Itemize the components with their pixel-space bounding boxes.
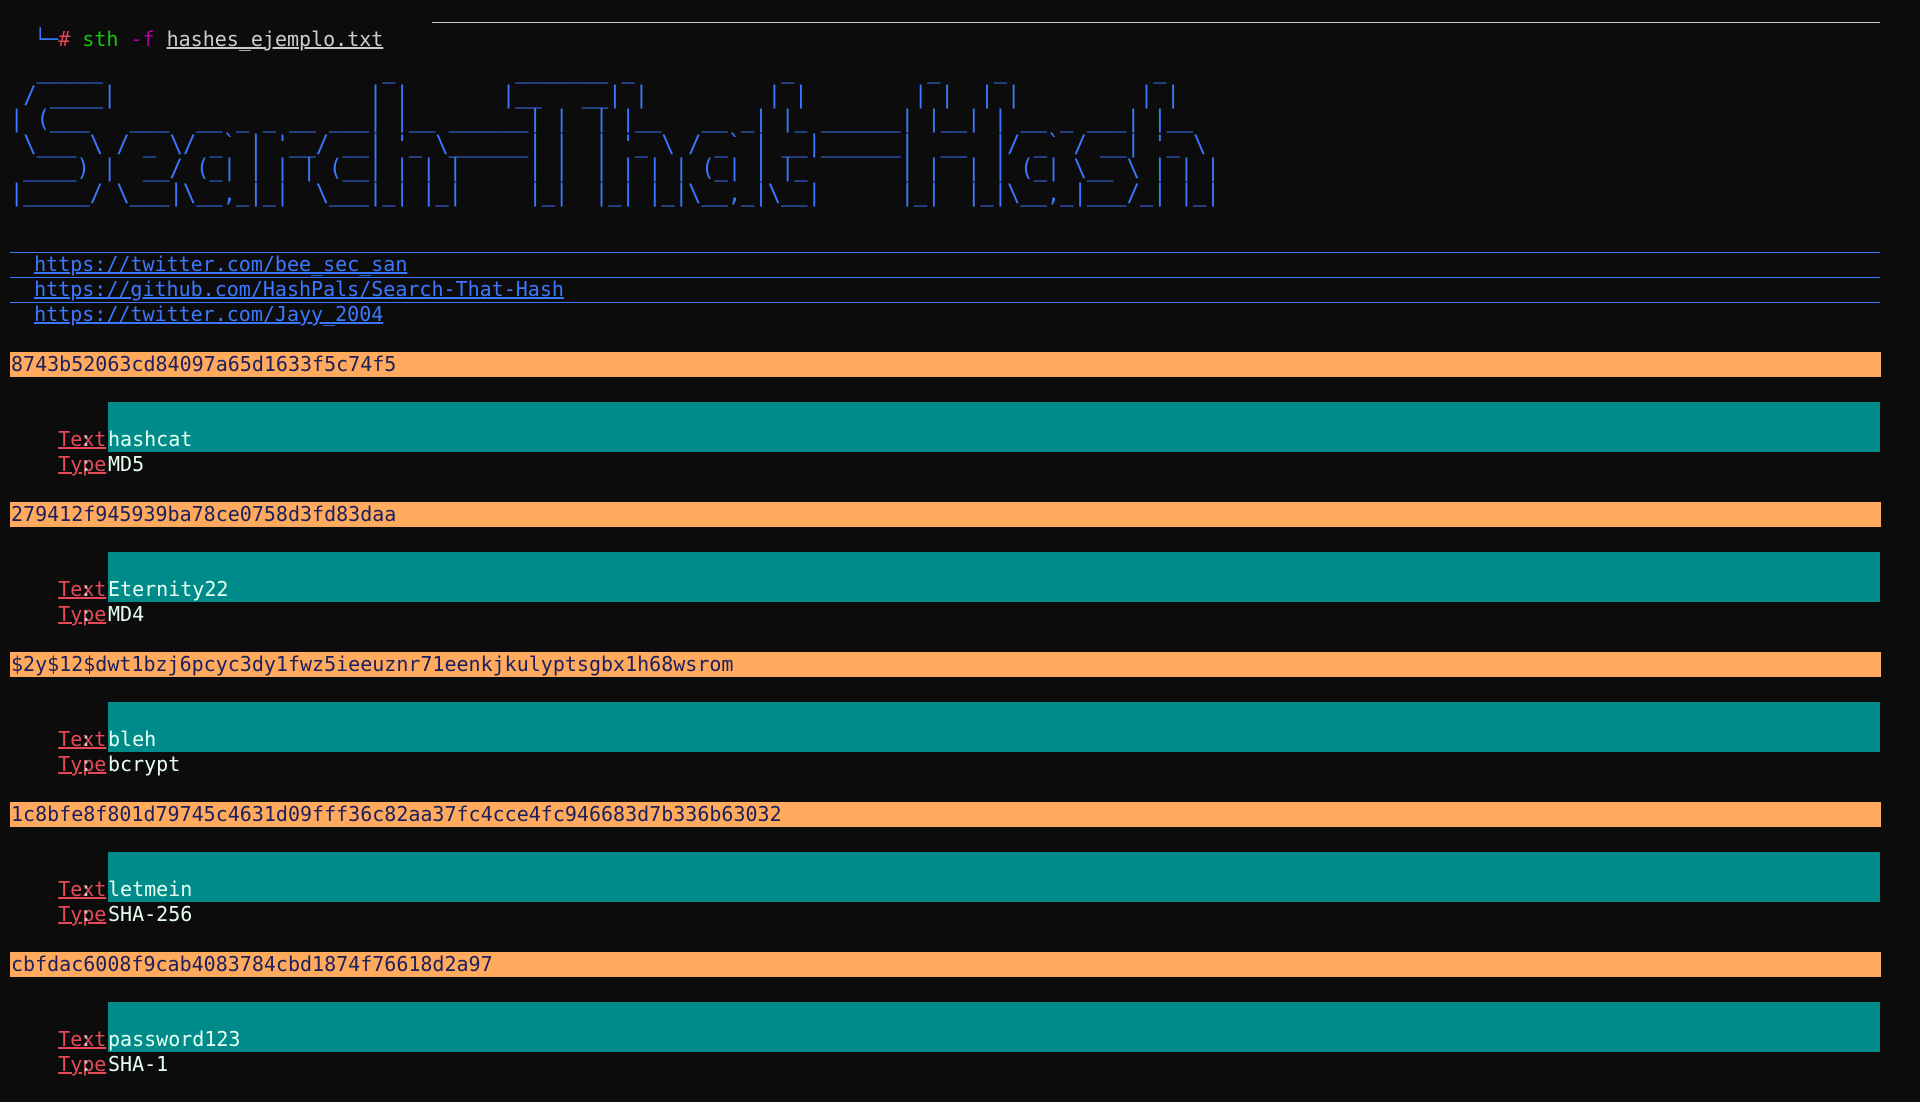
prompt-underline-rule	[432, 22, 1880, 23]
text-row: Text: bleh	[10, 702, 156, 751]
link-github-search-that-hash[interactable]: https://github.com/HashPals/Search-That-…	[10, 253, 1880, 301]
text-row: Text: password123	[10, 1002, 240, 1051]
cracked-text: hashcat	[108, 427, 193, 451]
hash-type: SHA-1	[108, 1052, 169, 1076]
hash-type: bcrypt	[108, 752, 181, 776]
result-block: Text: Eternity22 Type: MD4	[10, 552, 1880, 626]
type-row: Type: bcrypt	[10, 727, 180, 776]
link-twitter-jayy[interactable]: https://twitter.com/Jayy_2004	[10, 278, 1880, 326]
link-text[interactable]: https://twitter.com/Jayy_2004	[34, 302, 383, 326]
cracked-text: password123	[108, 1027, 241, 1051]
hash-header: 279412f945939ba78ce0758d3fd83daa	[10, 502, 1881, 527]
result-highlight	[108, 402, 1880, 452]
prompt-symbol: #	[58, 27, 71, 51]
type-row: Type: MD5	[10, 427, 144, 476]
cracked-text: Eternity22	[108, 577, 229, 601]
hash-type: MD5	[108, 452, 145, 476]
command-name: sth	[82, 27, 119, 51]
separator: :	[80, 452, 93, 476]
result-block: Text: password123 Type: SHA-1	[10, 1002, 1880, 1076]
separator: :	[80, 902, 93, 926]
result-highlight	[108, 552, 1880, 602]
cracked-text: bleh	[108, 727, 157, 751]
hash-type: MD4	[108, 602, 145, 626]
text-row: Text: Eternity22	[10, 552, 228, 601]
ascii-banner: _____ _ _______ _ _ _ _ _ / ____| | | |_…	[10, 56, 1220, 207]
result-highlight	[108, 702, 1880, 752]
input-file-name: hashes_ejemplo.txt	[166, 27, 384, 51]
result-highlight	[108, 852, 1880, 902]
type-row: Type: MD4	[10, 577, 144, 626]
hash-header: cbfdac6008f9cab4083784cbd1874f76618d2a97	[10, 952, 1881, 977]
separator: :	[80, 1052, 93, 1076]
text-row: Text: letmein	[10, 852, 192, 901]
result-block: Text: letmein Type: SHA-256	[10, 852, 1880, 926]
result-highlight	[108, 1002, 1880, 1052]
link-twitter-bee[interactable]: https://twitter.com/bee_sec_san	[10, 228, 1880, 276]
hash-type: SHA-256	[108, 902, 193, 926]
hash-header: 1c8bfe8f801d79745c4631d09fff36c82aa37fc4…	[10, 802, 1881, 827]
result-block: Text: bleh Type: bcrypt	[10, 702, 1880, 776]
result-block: Text: hashcat Type: MD5	[10, 402, 1880, 476]
cracked-text: letmein	[108, 877, 193, 901]
type-row: Type: SHA-256	[10, 877, 192, 926]
hash-header: $2y$12$dwt1bzj6pcyc3dy1fwz5ieeuznr71eenk…	[10, 652, 1881, 677]
prompt-corner: └─	[34, 27, 59, 51]
separator: :	[80, 602, 93, 626]
text-row: Text: hashcat	[10, 402, 192, 451]
separator: :	[80, 752, 93, 776]
command-flag: -f	[130, 27, 155, 51]
type-row: Type: SHA-1	[10, 1027, 168, 1076]
prompt-line: └─# sth -f hashes_ejemplo.txt	[10, 2, 1880, 51]
hash-header: 8743b52063cd84097a65d1633f5c74f5	[10, 352, 1881, 377]
